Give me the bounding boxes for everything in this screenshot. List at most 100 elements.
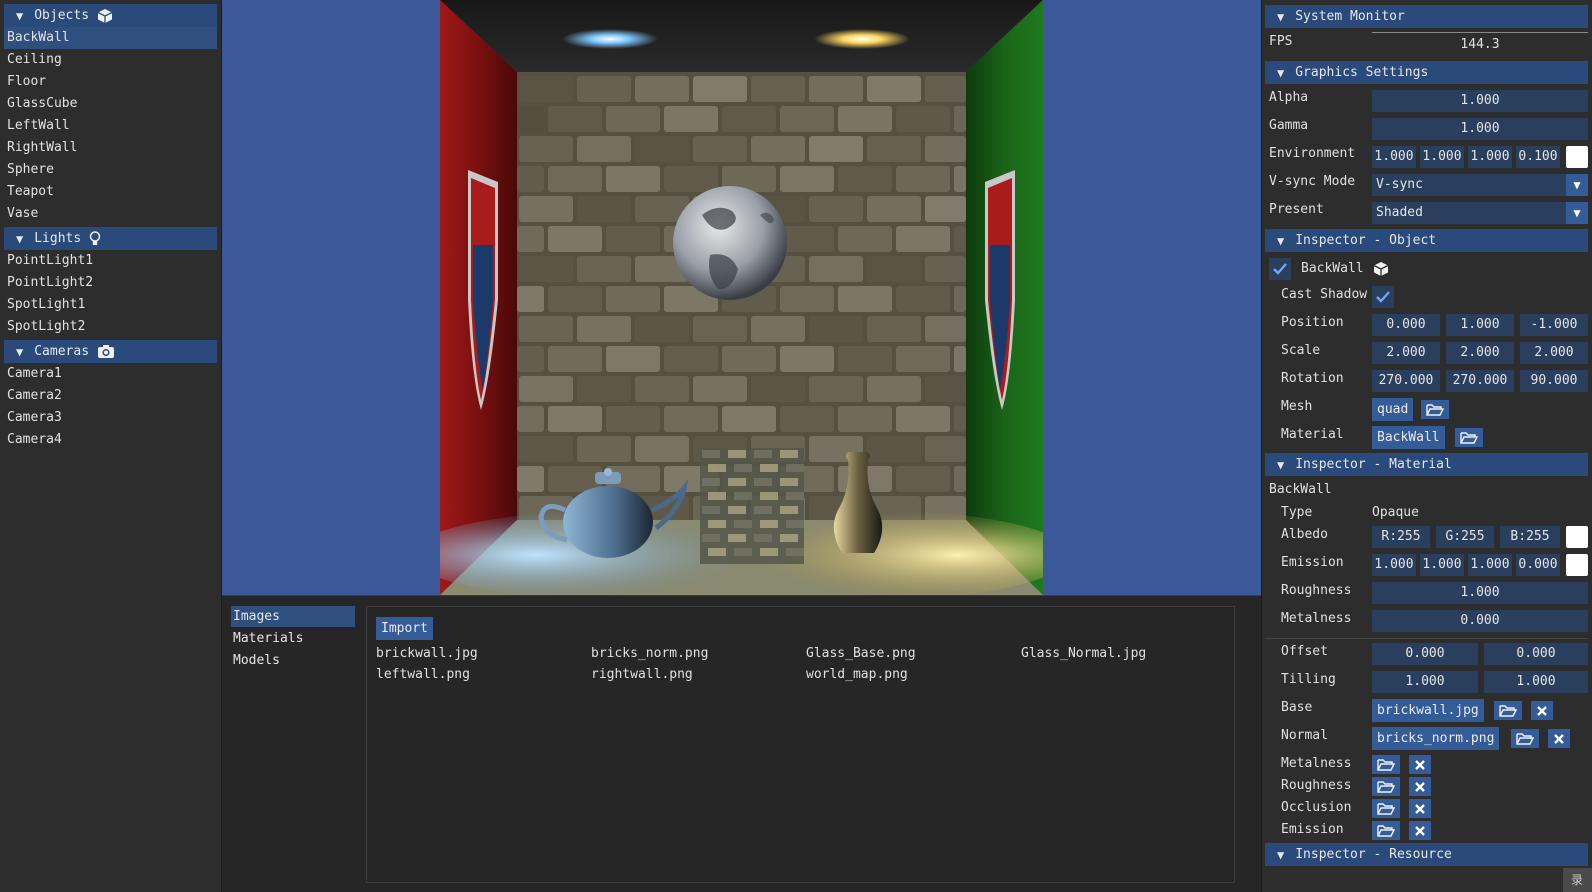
- inspector-resource-header[interactable]: ▼ Inspector - Resource: [1265, 843, 1588, 866]
- roughness-field[interactable]: 1.000: [1372, 582, 1588, 604]
- inspector-material-header[interactable]: ▼ Inspector - Material: [1265, 453, 1588, 476]
- position-y-field[interactable]: 1.000: [1446, 314, 1514, 336]
- metalness-field[interactable]: 0.000: [1372, 610, 1588, 632]
- cast-shadow-checkbox[interactable]: [1372, 286, 1394, 308]
- 3d-viewport[interactable]: [222, 0, 1261, 595]
- inspector-object-header[interactable]: ▼ Inspector - Object: [1265, 229, 1588, 252]
- camera-item-camera3[interactable]: Camera3: [4, 407, 217, 429]
- rotation-z-field[interactable]: 90.000: [1520, 370, 1588, 392]
- object-item-vase[interactable]: Vase: [4, 203, 217, 225]
- scale-z-field[interactable]: 2.000: [1520, 342, 1588, 364]
- clear-x-icon[interactable]: [1548, 729, 1570, 748]
- clear-x-icon[interactable]: [1409, 777, 1431, 796]
- material-label: Material: [1281, 427, 1344, 442]
- asset-file-item[interactable]: brickwall.jpg: [376, 646, 478, 661]
- gamma-field[interactable]: 1.000: [1372, 118, 1588, 140]
- albedo-g-field[interactable]: G:255: [1436, 526, 1494, 548]
- object-item-sphere[interactable]: Sphere: [4, 159, 217, 181]
- scale-y-field[interactable]: 2.000: [1446, 342, 1514, 364]
- emission-a-field[interactable]: 0.000: [1516, 554, 1560, 576]
- environment-color-swatch[interactable]: [1566, 146, 1588, 168]
- import-button[interactable]: Import: [376, 617, 433, 640]
- position-x-field[interactable]: 0.000: [1372, 314, 1440, 336]
- asset-tab-materials[interactable]: Materials: [231, 628, 355, 649]
- tiling-x-field[interactable]: 1.000: [1372, 671, 1478, 693]
- present-dropdown-arrow-icon[interactable]: ▼: [1566, 202, 1588, 224]
- light-item-pointlight1[interactable]: PointLight1: [4, 250, 217, 272]
- asset-file-item[interactable]: world_map.png: [806, 667, 908, 682]
- emission-r-field[interactable]: 1.000: [1372, 554, 1416, 576]
- offset-y-field[interactable]: 0.000: [1484, 643, 1588, 665]
- albedo-color-swatch[interactable]: [1566, 526, 1588, 548]
- gamma-label: Gamma: [1269, 118, 1309, 133]
- environment-a-field[interactable]: 0.100: [1516, 146, 1560, 168]
- objects-header[interactable]: ▼ Objects: [4, 4, 217, 27]
- light-item-spotlight1[interactable]: SpotLight1: [4, 294, 217, 316]
- camera-item-camera2[interactable]: Camera2: [4, 385, 217, 407]
- object-item-backwall[interactable]: BackWall: [4, 27, 217, 49]
- asset-file-item[interactable]: leftwall.png: [376, 667, 470, 682]
- object-item-rightwall[interactable]: RightWall: [4, 137, 217, 159]
- emission-color-swatch[interactable]: [1566, 554, 1588, 576]
- occlusion-texture-label: Occlusion: [1281, 800, 1352, 815]
- asset-file-item[interactable]: Glass_Normal.jpg: [1021, 646, 1146, 661]
- environment-g-field[interactable]: 1.000: [1420, 146, 1464, 168]
- folder-open-icon[interactable]: [1494, 701, 1522, 720]
- graphics-settings-header[interactable]: ▼ Graphics Settings: [1265, 61, 1588, 84]
- present-dropdown[interactable]: Shaded: [1372, 202, 1566, 224]
- rotation-y-field[interactable]: 270.000: [1446, 370, 1514, 392]
- folder-open-icon[interactable]: [1372, 777, 1400, 796]
- clear-x-icon[interactable]: [1531, 701, 1553, 720]
- clear-x-icon[interactable]: [1409, 821, 1431, 840]
- position-z-field[interactable]: -1.000: [1520, 314, 1588, 336]
- material-button[interactable]: BackWall: [1372, 426, 1445, 449]
- cornell-box-render[interactable]: [440, 0, 1043, 595]
- asset-file-item[interactable]: bricks_norm.png: [591, 646, 708, 661]
- object-item-ceiling[interactable]: Ceiling: [4, 49, 217, 71]
- object-item-leftwall[interactable]: LeftWall: [4, 115, 217, 137]
- folder-open-icon[interactable]: [1372, 755, 1400, 774]
- object-item-glasscube[interactable]: GlassCube: [4, 93, 217, 115]
- object-item-floor[interactable]: Floor: [4, 71, 217, 93]
- emission-b-field[interactable]: 1.000: [1468, 554, 1512, 576]
- system-monitor-header[interactable]: ▼ System Monitor: [1265, 5, 1588, 28]
- cameras-header[interactable]: ▼ Cameras: [4, 340, 217, 363]
- albedo-b-field[interactable]: B:255: [1500, 526, 1560, 548]
- light-item-spotlight2[interactable]: SpotLight2: [4, 316, 217, 338]
- camera-item-camera4[interactable]: Camera4: [4, 429, 217, 451]
- albedo-r-field[interactable]: R:255: [1372, 526, 1430, 548]
- folder-open-icon[interactable]: [1372, 821, 1400, 840]
- object-item-teapot[interactable]: Teapot: [4, 181, 217, 203]
- normal-texture-button[interactable]: bricks_norm.png: [1372, 727, 1500, 750]
- mesh-button[interactable]: quad: [1372, 398, 1414, 421]
- folder-open-icon[interactable]: [1455, 428, 1483, 447]
- checkmark-icon: [1376, 291, 1390, 303]
- environment-r-field[interactable]: 1.000: [1372, 146, 1416, 168]
- object-enabled-checkbox[interactable]: [1269, 258, 1291, 280]
- vsync-dropdown[interactable]: V-sync: [1372, 174, 1566, 196]
- corner-tab[interactable]: 录: [1563, 868, 1592, 892]
- folder-open-icon[interactable]: [1372, 799, 1400, 818]
- camera-item-camera1[interactable]: Camera1: [4, 363, 217, 385]
- tiling-y-field[interactable]: 1.000: [1484, 671, 1588, 693]
- clear-x-icon[interactable]: [1409, 755, 1431, 774]
- position-label: Position: [1281, 315, 1344, 330]
- asset-tab-models[interactable]: Models: [231, 650, 355, 671]
- asset-tab-images[interactable]: Images: [231, 606, 355, 627]
- offset-x-field[interactable]: 0.000: [1372, 643, 1478, 665]
- emission-g-field[interactable]: 1.000: [1420, 554, 1464, 576]
- environment-b-field[interactable]: 1.000: [1468, 146, 1512, 168]
- alpha-field[interactable]: 1.000: [1372, 90, 1588, 112]
- rotation-x-field[interactable]: 270.000: [1372, 370, 1440, 392]
- vsync-dropdown-arrow-icon[interactable]: ▼: [1566, 174, 1588, 196]
- vsync-label: V-sync Mode: [1269, 174, 1356, 189]
- folder-open-icon[interactable]: [1511, 729, 1539, 748]
- folder-open-icon[interactable]: [1421, 400, 1449, 419]
- asset-file-item[interactable]: Glass_Base.png: [806, 646, 916, 661]
- base-texture-button[interactable]: brickwall.jpg: [1372, 699, 1484, 722]
- asset-file-item[interactable]: rightwall.png: [591, 667, 693, 682]
- lights-header[interactable]: ▼ Lights: [4, 227, 217, 250]
- scale-x-field[interactable]: 2.000: [1372, 342, 1440, 364]
- clear-x-icon[interactable]: [1409, 799, 1431, 818]
- light-item-pointlight2[interactable]: PointLight2: [4, 272, 217, 294]
